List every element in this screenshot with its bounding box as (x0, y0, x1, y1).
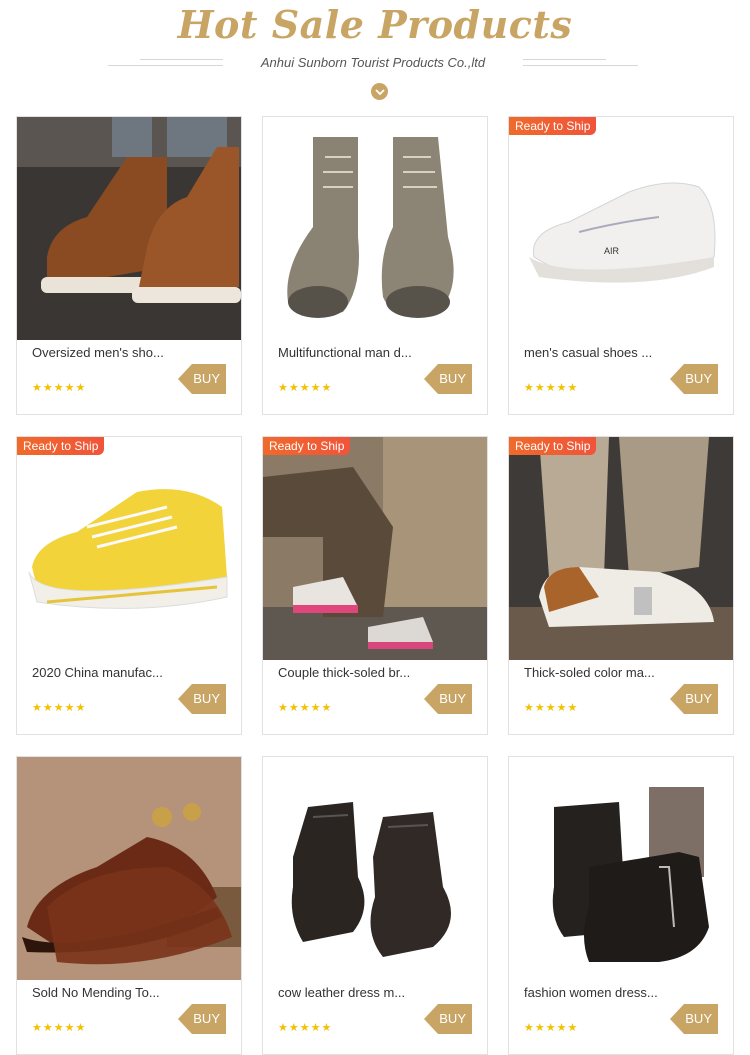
page-title: Hot Sale Products (177, 2, 573, 47)
ready-to-ship-badge: Ready to Ship (509, 117, 597, 135)
product-name[interactable]: Couple thick-soled br... (278, 665, 478, 680)
buy-button[interactable]: BUY (178, 684, 226, 714)
product-card[interactable]: AIR Ready to Ship men's casual shoes ...… (508, 116, 734, 415)
buy-button[interactable]: BUY (178, 364, 226, 394)
rating-stars: ★★★★★ (524, 702, 579, 714)
yellow-canvas-shoe-image[interactable] (17, 437, 241, 660)
rating-stars: ★★★★★ (32, 702, 87, 714)
product-card[interactable]: Oversized men's sho... ★★★★★ BUY (16, 116, 242, 415)
product-name[interactable]: Multifunctional man d... (278, 345, 478, 360)
ready-to-ship-badge: Ready to Ship (509, 437, 597, 455)
svg-text:AIR: AIR (604, 246, 620, 256)
rating-stars: ★★★★★ (524, 382, 579, 394)
buy-button[interactable]: BUY (424, 1004, 472, 1034)
white-sneaker-image[interactable]: AIR (509, 117, 733, 340)
black-ankle-boots-image[interactable] (509, 757, 733, 980)
product-name[interactable]: Thick-soled color ma... (524, 665, 724, 680)
black-dress-boots-image[interactable] (263, 757, 487, 980)
rating-stars: ★★★★★ (278, 1022, 333, 1034)
product-card[interactable]: Ready to Ship 2020 China manufac... ★★★★… (16, 436, 242, 735)
product-card[interactable]: Multifunctional man d... ★★★★★ BUY (262, 116, 488, 415)
rating-stars: ★★★★★ (278, 382, 333, 394)
product-card[interactable]: Ready to Ship Thick-soled color ma... ★★… (508, 436, 734, 735)
ready-to-ship-badge: Ready to Ship (17, 437, 105, 455)
buy-button[interactable]: BUY (670, 684, 718, 714)
rating-stars: ★★★★★ (278, 702, 333, 714)
rating-stars: ★★★★★ (32, 382, 87, 394)
product-name[interactable]: men's casual shoes ... (524, 345, 724, 360)
suede-work-boots-image[interactable] (263, 117, 487, 340)
couple-sneakers-image[interactable] (263, 437, 487, 660)
brown-leather-boots-image[interactable] (17, 117, 241, 340)
product-card[interactable]: Ready to Ship Couple thick-soled br... ★… (262, 436, 488, 735)
buy-button[interactable]: BUY (178, 1004, 226, 1034)
product-card[interactable]: Sold No Mending To... ★★★★★ BUY (16, 756, 242, 1055)
product-name[interactable]: Oversized men's sho... (32, 345, 232, 360)
company-subtitle: Anhui Sunborn Tourist Products Co.,ltd (223, 54, 523, 72)
chevron-down-icon[interactable] (371, 83, 388, 100)
subtitle-divider: Anhui Sunborn Tourist Products Co.,ltd (108, 54, 638, 74)
rating-stars: ★★★★★ (524, 1022, 579, 1034)
rating-stars: ★★★★★ (32, 1022, 87, 1034)
product-name[interactable]: 2020 China manufac... (32, 665, 232, 680)
white-brown-sneaker-image[interactable] (509, 437, 733, 660)
buy-button[interactable]: BUY (670, 1004, 718, 1034)
buy-button[interactable]: BUY (424, 684, 472, 714)
product-name[interactable]: cow leather dress m... (278, 985, 478, 1000)
product-name[interactable]: Sold No Mending To... (32, 985, 232, 1000)
brown-oxford-shoes-image[interactable] (17, 757, 241, 980)
buy-button[interactable]: BUY (670, 364, 718, 394)
ready-to-ship-badge: Ready to Ship (263, 437, 351, 455)
product-card[interactable]: fashion women dress... ★★★★★ BUY (508, 756, 734, 1055)
buy-button[interactable]: BUY (424, 364, 472, 394)
product-card[interactable]: cow leather dress m... ★★★★★ BUY (262, 756, 488, 1055)
product-name[interactable]: fashion women dress... (524, 985, 724, 1000)
